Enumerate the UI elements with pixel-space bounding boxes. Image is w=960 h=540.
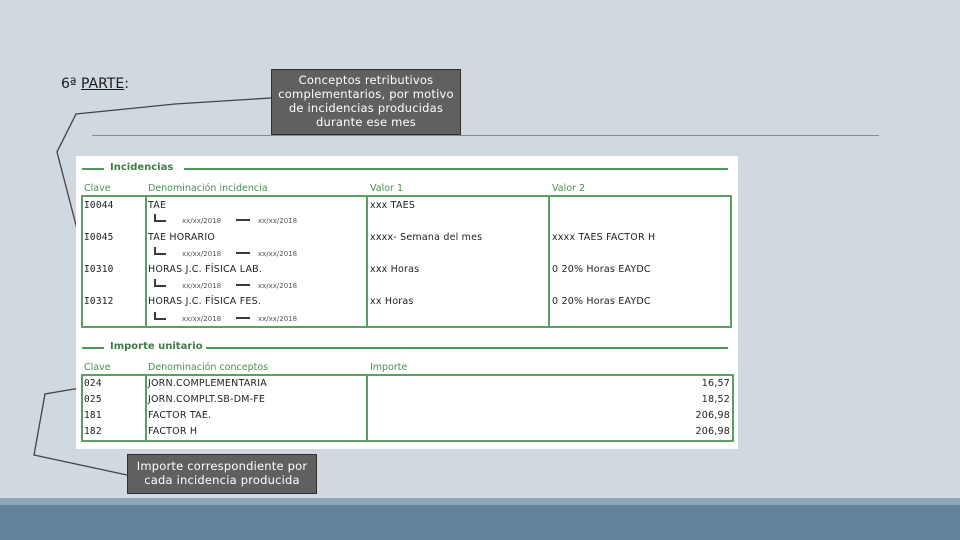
callout-importe: Importe correspondiente por cada inciden… — [127, 454, 317, 494]
inc-row-4-fecha-fin: xx/xx/2018 — [258, 315, 298, 323]
inc-row-1-denominacion: TAE — [148, 200, 167, 211]
date-hook-icon — [154, 214, 166, 222]
inc-row-3-fecha-fin: xx/xx/2018 — [258, 282, 298, 290]
inc-row-1-clave: I0044 — [84, 200, 114, 211]
inc-row-3-fecha-inicio: xx/xx/2018 — [182, 282, 222, 290]
imp-header-importe: Importe — [370, 362, 408, 373]
title-rule-left — [82, 347, 104, 349]
inc-col-divider-3 — [548, 195, 550, 328]
date-dash-icon — [236, 252, 250, 254]
inc-row-2-valor2: xxxx TAES FACTOR H — [552, 232, 656, 243]
date-dash-icon — [236, 317, 250, 319]
inc-header-valor2: Valor 2 — [552, 183, 586, 194]
imp-row-2-clave: 025 — [84, 394, 102, 405]
callout-incidencias: Conceptos retributivos complementarios, … — [271, 69, 461, 135]
inc-row-1-fecha-inicio: xx/xx/2018 — [182, 217, 222, 225]
imp-row-4-importe: 206,98 — [695, 426, 730, 437]
inc-row-4-fecha-inicio: xx/xx/2018 — [182, 315, 222, 323]
footer-accent-bar — [0, 498, 960, 505]
inc-row-3-clave: I0310 — [84, 264, 114, 275]
imp-row-4-clave: 182 — [84, 426, 102, 437]
imp-header-concepto: Denominación conceptos — [148, 362, 269, 373]
inc-row-3-valor2: 0 20% Horas EAYDC — [552, 264, 651, 275]
inc-row-2-valor1: xxxx- Semana del mes — [370, 232, 483, 243]
imp-row-4-concepto: FACTOR H — [148, 426, 198, 437]
incidencias-section-title: Incidencias — [80, 162, 734, 174]
heading-suffix: : — [124, 76, 129, 92]
inc-header-valor1: Valor 1 — [370, 183, 404, 194]
inc-row-3-denominacion: HORAS J.C. FÍSICA LAB. — [148, 264, 263, 275]
title-rule-left — [82, 168, 104, 170]
imp-col-divider-2 — [366, 374, 368, 442]
imp-row-3-clave: 181 — [84, 410, 102, 421]
imp-row-1-importe: 16,57 — [701, 378, 730, 389]
imp-row-1-concepto: JORN.COMPLEMENTARIA — [148, 378, 267, 389]
incidencias-title: Incidencias — [110, 162, 174, 173]
date-dash-icon — [236, 284, 250, 286]
inc-row-3-valor1: xxx Horas — [370, 264, 420, 275]
inc-row-2-fecha-inicio: xx/xx/2018 — [182, 250, 222, 258]
date-hook-icon — [154, 312, 166, 320]
imp-row-3-concepto: FACTOR TAE. — [148, 410, 212, 421]
incidencias-table — [81, 195, 732, 328]
imp-header-clave: Clave — [84, 362, 111, 373]
title-rule-right — [184, 168, 728, 170]
inc-row-2-dates: xx/xx/2018 xx/xx/2018 — [154, 247, 354, 259]
inc-row-2-clave: I0045 — [84, 232, 114, 243]
slide-heading: 6ª PARTE: — [61, 76, 129, 92]
inc-row-4-clave: I0312 — [84, 296, 114, 307]
inc-row-1-valor1: xxx TAES — [370, 200, 416, 211]
divider-line — [92, 135, 879, 136]
date-hook-icon — [154, 247, 166, 255]
inc-row-2-fecha-fin: xx/xx/2018 — [258, 250, 298, 258]
heading-prefix: 6ª — [61, 76, 81, 92]
inc-row-4-denominacion: HORAS J.C. FÍSICA FES. — [148, 296, 262, 307]
inc-row-1-fecha-fin: xx/xx/2018 — [258, 217, 298, 225]
inc-col-divider-2 — [366, 195, 368, 328]
inc-header-clave: Clave — [84, 183, 111, 194]
date-hook-icon — [154, 279, 166, 287]
importe-title: Importe unitario — [110, 341, 203, 352]
date-dash-icon — [236, 219, 250, 221]
imp-col-divider-1 — [145, 374, 147, 442]
inc-row-4-valor1: xx Horas — [370, 296, 414, 307]
imp-row-3-importe: 206,98 — [695, 410, 730, 421]
inc-row-4-valor2: 0 20% Horas EAYDC — [552, 296, 651, 307]
inc-col-divider-1 — [145, 195, 147, 328]
inc-row-3-dates: xx/xx/2018 xx/xx/2018 — [154, 279, 354, 291]
imp-row-2-concepto: JORN.COMPLT.SB-DM-FE — [148, 394, 266, 405]
imp-row-2-importe: 18,52 — [701, 394, 730, 405]
inc-row-2-denominacion: TAE HORARIO — [148, 232, 216, 243]
inc-header-denominacion: Denominación incidencia — [148, 183, 268, 194]
inc-row-4-dates: xx/xx/2018 xx/xx/2018 — [154, 312, 354, 324]
importe-section-title: Importe unitario — [80, 341, 734, 353]
inc-row-1-dates: xx/xx/2018 xx/xx/2018 — [154, 214, 354, 226]
nomina-panel: Incidencias Clave Denominación incidenci… — [76, 156, 738, 449]
heading-underlined: PARTE — [80, 76, 125, 92]
footer-bar — [0, 505, 960, 540]
imp-row-1-clave: 024 — [84, 378, 102, 389]
title-rule-right — [206, 347, 728, 349]
